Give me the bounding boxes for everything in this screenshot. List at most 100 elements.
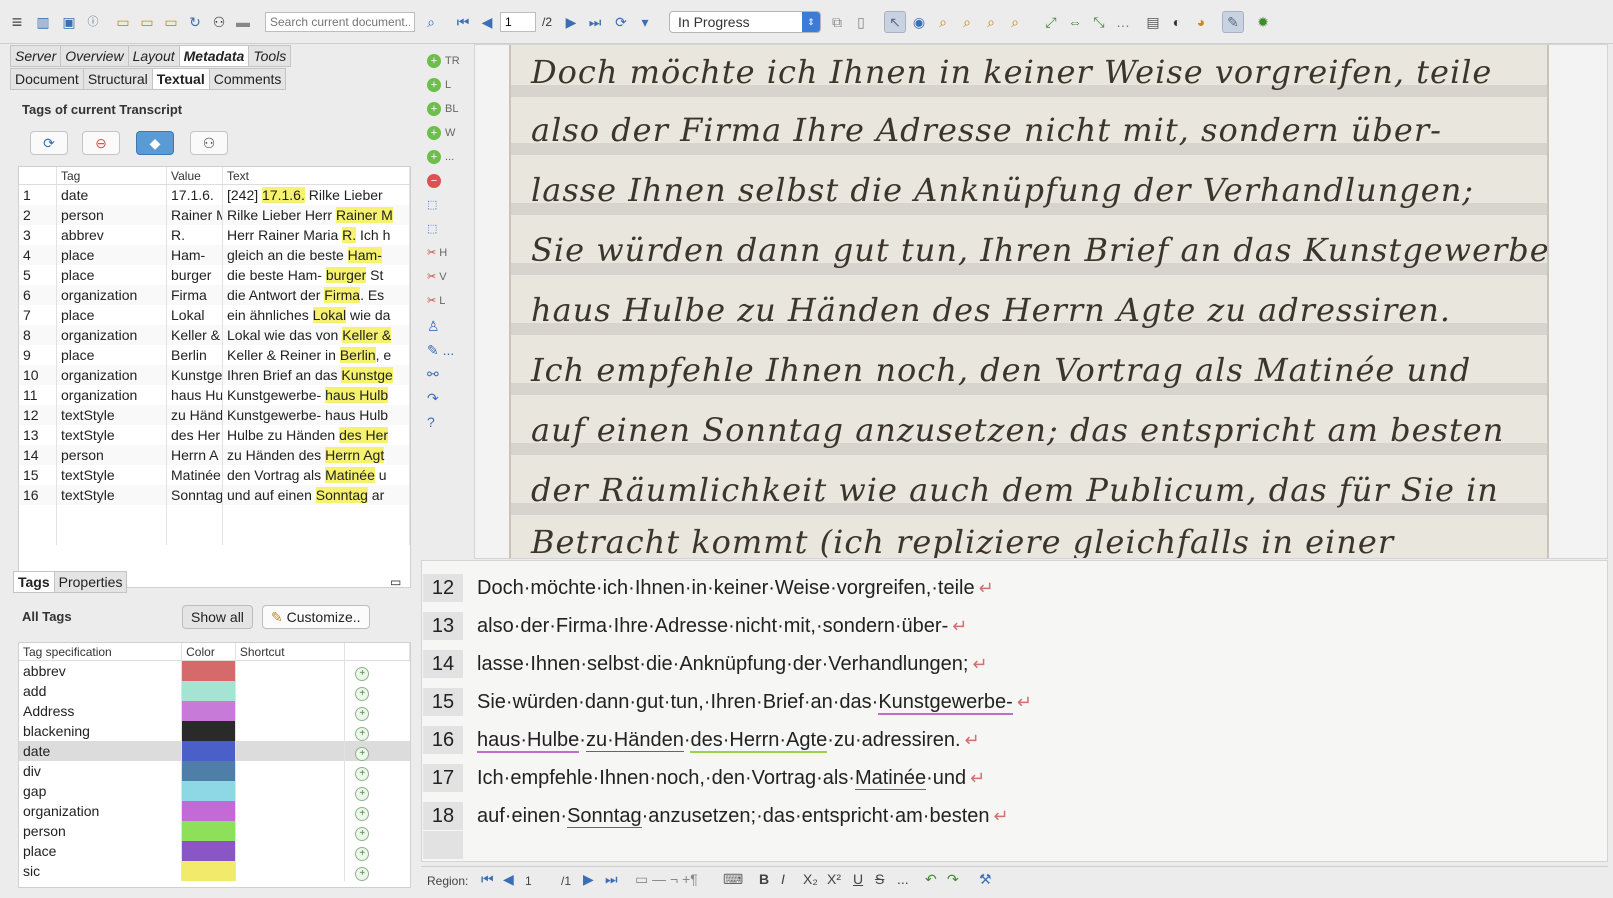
tag-shortcut[interactable] (236, 721, 346, 741)
add-tag-icon[interactable]: + (355, 867, 370, 881)
tag-spec-row[interactable]: date + (19, 741, 410, 761)
fit-height-icon[interactable]: ⤡ (1088, 11, 1110, 33)
search-icon[interactable]: ⌕ (420, 11, 442, 33)
next-page-icon[interactable]: ▶ (560, 11, 582, 33)
tag-color-swatch[interactable] (182, 761, 236, 781)
subscript-button[interactable]: X₂ (803, 871, 818, 887)
bug-icon[interactable]: ✹ (1252, 11, 1274, 33)
first-region-icon[interactable]: ⏮ (481, 871, 494, 888)
region-number[interactable]: 1 (525, 874, 532, 888)
keyboard-icon[interactable]: ⌨ (723, 871, 743, 888)
shape-edit-tool[interactable]: ⬚ (427, 222, 437, 235)
table-row[interactable]: 6 organization Firma die Antwort der Firma.… (19, 285, 410, 305)
paste-icon[interactable]: ▯ (850, 11, 872, 33)
tag-shortcut[interactable] (236, 821, 346, 841)
tag-spec-row[interactable]: place + (19, 841, 410, 861)
menu-icon[interactable]: ≡ (6, 11, 28, 33)
add-tag-icon[interactable]: + (355, 747, 370, 761)
tab-layout[interactable]: Layout (127, 45, 180, 67)
tab-metadata[interactable]: Metadata (178, 45, 250, 67)
split-h-tool[interactable]: ✂ H (427, 246, 447, 259)
transcription-editor[interactable]: 12 Doch·möchte·ich·Ihnen·in·keiner·Weise·… (421, 560, 1608, 862)
selection-tool-icon[interactable]: ↖ (884, 11, 906, 33)
zoom-in-icon[interactable]: ⌕ (956, 11, 978, 33)
fit-width-icon[interactable]: ⇔ (1064, 11, 1086, 33)
sidebar-toggle-icon[interactable]: ▥ (32, 11, 54, 33)
search-tags-button[interactable]: ⚇ (190, 131, 228, 155)
undo-icon[interactable]: ↶ (925, 871, 937, 888)
tag-spec-row[interactable]: Address + (19, 701, 410, 721)
tag-shortcut[interactable] (236, 841, 346, 861)
remove-shape-tool[interactable]: − (427, 174, 445, 188)
tab-tools[interactable]: Tools (248, 45, 292, 67)
status-dropdown[interactable]: In Progress ⇕ (669, 11, 821, 33)
strikethrough-button[interactable]: S (875, 871, 884, 887)
tab-document[interactable]: Document (10, 68, 84, 90)
add-tag-icon[interactable]: + (355, 847, 370, 861)
tab-server[interactable]: Server (10, 45, 62, 67)
table-row[interactable]: 8 organization Keller & Lokal wie das von K… (19, 325, 410, 345)
transcript-line[interactable]: 18 auf·einen·Sonntag·anzusetzen;·das·ents… (422, 797, 1009, 835)
add-tag-icon[interactable]: + (355, 727, 370, 741)
column-header[interactable] (19, 167, 57, 184)
table-row[interactable]: 12 textStyle zu Händ Kunstgewerbe- haus Hul… (19, 405, 410, 425)
tag-shortcut[interactable] (236, 681, 346, 701)
add-tr-tool[interactable]: + TR (427, 54, 460, 68)
delete-tag-button[interactable]: ⊖ (82, 131, 120, 155)
prev-region-icon[interactable]: ◀ (503, 871, 514, 888)
tag-color-swatch[interactable] (182, 861, 236, 881)
layout-icon[interactable]: ▤ (1142, 11, 1164, 33)
tag-color-swatch[interactable] (182, 841, 236, 861)
add-tag-icon[interactable]: + (355, 827, 370, 841)
add-bl-tool[interactable]: + BL (427, 102, 458, 116)
tag-color-swatch[interactable] (182, 721, 236, 741)
binoculars-icon[interactable]: ⚇ (208, 11, 230, 33)
tag-spec-row[interactable]: sic + (19, 861, 410, 881)
contrast-icon[interactable]: ◐ (1166, 11, 1188, 33)
tab-overview[interactable]: Overview (60, 45, 129, 67)
column-header[interactable]: Shortcut (236, 643, 346, 660)
line-text[interactable]: haus·Hulbe·zu·Händen·des·Herrn·Agte·zu·a… (477, 728, 980, 753)
tag-color-swatch[interactable] (182, 701, 236, 721)
image-viewer[interactable]: Doch möchte ich Ihnen in keiner Weise vo… (474, 44, 1608, 559)
table-row[interactable]: 1 date 17.1.6. [242] 17.1.6. Rilke Lieber (19, 185, 410, 205)
tag-spec-row[interactable]: add + (19, 681, 410, 701)
settings-icon[interactable]: ⚒ (979, 871, 992, 888)
tag-color-swatch[interactable] (182, 661, 236, 681)
table-row[interactable]: 3 abbrev R. Herr Rainer Maria R. Ich h (19, 225, 410, 245)
scanner-icon[interactable]: ▬ (232, 11, 254, 33)
tag-icon-button[interactable]: ◆ (136, 131, 174, 155)
add-more-tool[interactable]: +... (427, 150, 454, 164)
add-tag-icon[interactable]: + (355, 807, 370, 821)
tag-shortcut[interactable] (236, 801, 346, 821)
split-l-tool[interactable]: ✂ L (427, 294, 445, 307)
add-tag-icon[interactable]: + (355, 787, 370, 801)
edit-more-tool[interactable]: ✎ ... (427, 342, 454, 359)
open-folder-icon[interactable]: ▭ (112, 11, 134, 33)
palette-icon[interactable]: ◕ (1190, 11, 1212, 33)
tag-color-swatch[interactable] (182, 801, 236, 821)
table-row[interactable]: 13 textStyle des Her Hulbe zu Händen des He… (19, 425, 410, 445)
line-text[interactable]: Sie·würden·dann·gut·tun,·Ihren·Brief·an·… (477, 690, 1032, 715)
tag-shortcut[interactable] (236, 861, 346, 881)
tab-tags[interactable]: Tags (13, 571, 55, 593)
line-text[interactable]: lasse·Ihnen·selbst·die·Anknüpfung·der·Ve… (477, 653, 988, 676)
table-row[interactable]: 14 person Herrn Azu Händen des Herrn Agt (19, 445, 410, 465)
add-l-tool[interactable]: + L (427, 78, 451, 92)
tag-shortcut[interactable] (236, 701, 346, 721)
column-header[interactable] (345, 643, 410, 660)
transcript-line[interactable]: 12 Doch·möchte·ich·Ihnen·in·keiner·Weise·… (422, 569, 994, 607)
dash-icon[interactable]: ▭ — ¬ +¶ (635, 871, 698, 888)
tag-shortcut[interactable] (236, 781, 346, 801)
reload-icon[interactable]: ↻ (184, 11, 206, 33)
underline-button[interactable]: U (853, 871, 863, 887)
tag-shortcut[interactable] (236, 761, 346, 781)
transcript-line[interactable]: 15 Sie·würden·dann·gut·tun,·Ihren·Brief·a… (422, 683, 1032, 721)
line-text[interactable]: also·der·Firma·Ihre·Adresse·nicht·mit,·s… (477, 615, 967, 638)
add-tag-icon[interactable]: + (355, 707, 370, 721)
window-icon[interactable]: ▣ (58, 11, 80, 33)
sync-icon[interactable]: ⟳ (610, 11, 632, 33)
next-region-icon[interactable]: ▶ (583, 871, 594, 888)
tab-properties[interactable]: Properties (53, 571, 128, 593)
last-region-icon[interactable]: ⏭ (605, 871, 618, 888)
